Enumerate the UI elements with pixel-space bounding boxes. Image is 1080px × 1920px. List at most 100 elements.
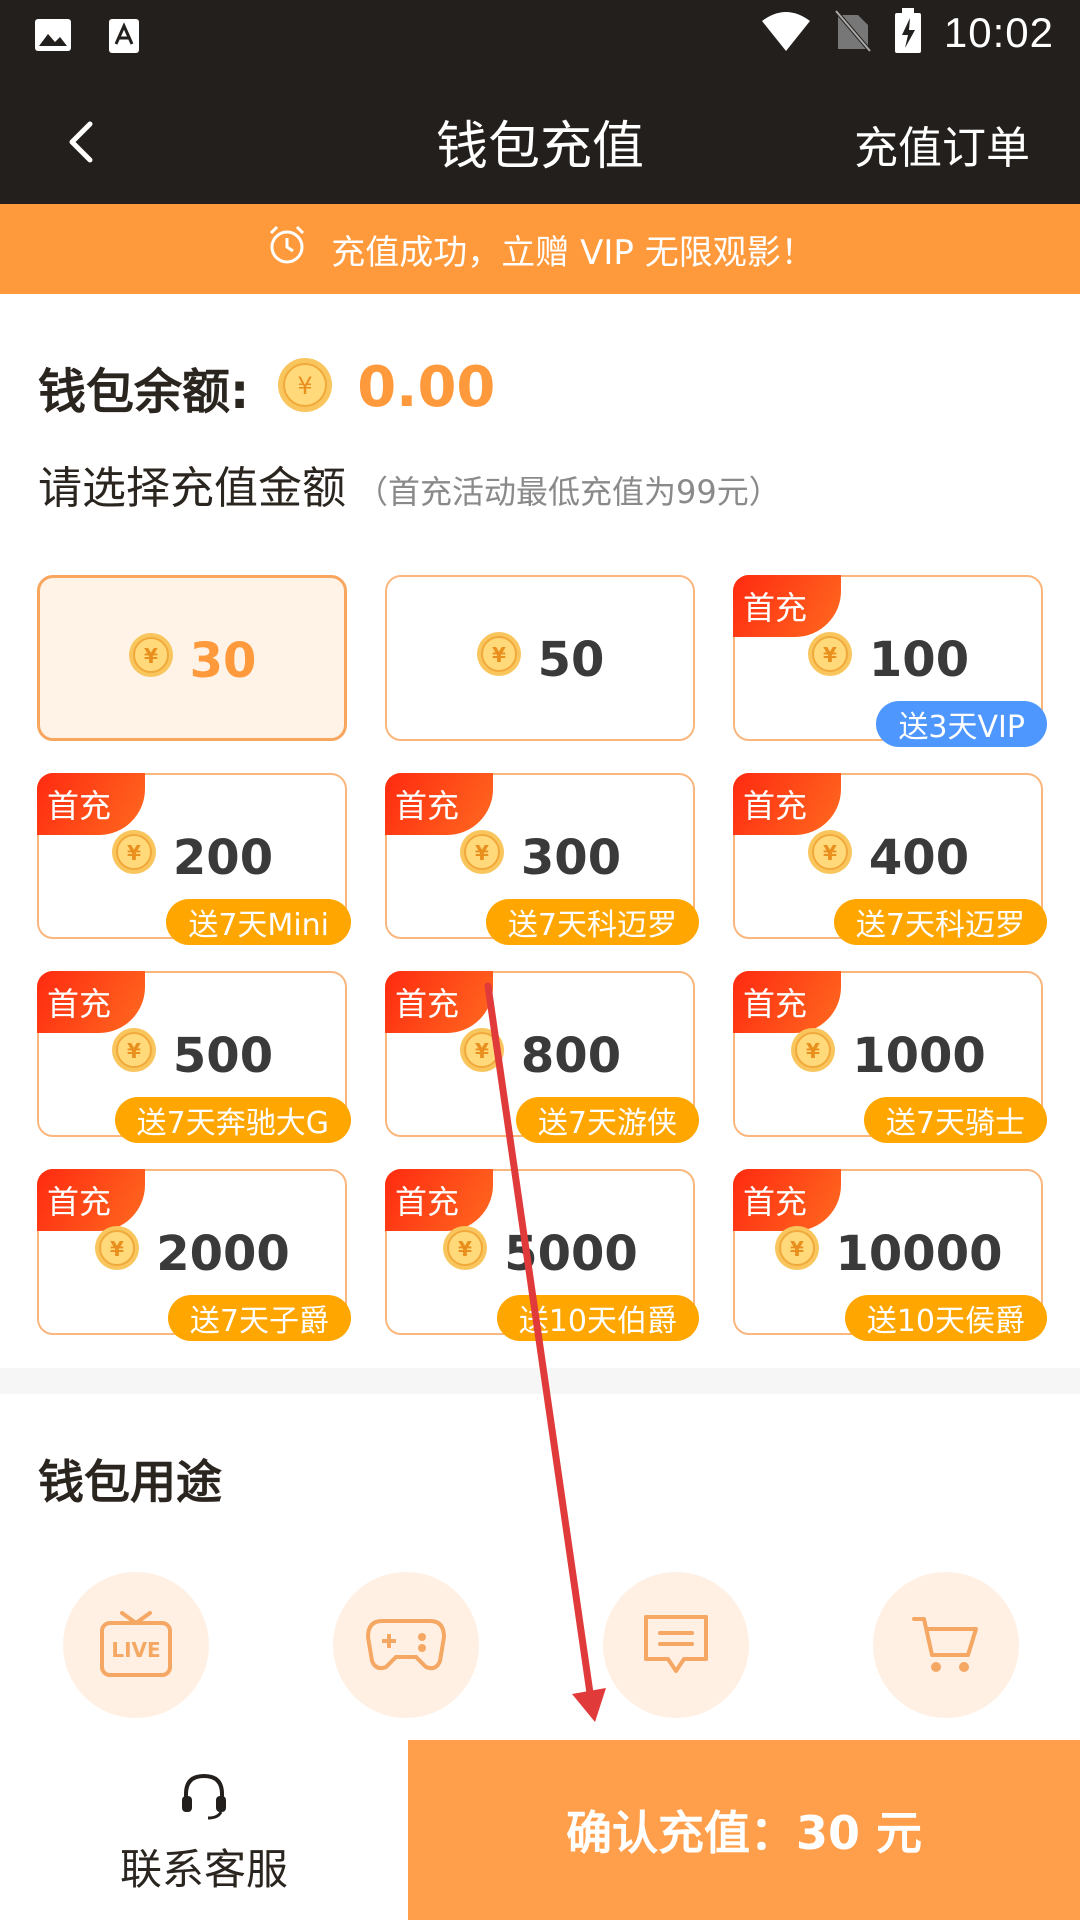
gift-badge: 送7天科迈罗 [833, 899, 1047, 945]
amount-option-5000[interactable]: 首充 ¥5000 送10天伯爵 [385, 1169, 699, 1341]
amount-option-1000[interactable]: 首充 ¥1000 送7天骑士 [733, 971, 1047, 1143]
amount-option-50[interactable]: ¥50 [385, 575, 695, 741]
amount-value-group: ¥50 [387, 631, 693, 689]
coin-icon: ¥ [277, 357, 333, 417]
first-recharge-badge: 首充 [37, 773, 145, 835]
contact-service-button[interactable]: 联系客服 [0, 1740, 408, 1920]
amount-value-group: ¥200 [39, 829, 345, 887]
svg-text:¥: ¥ [823, 643, 837, 667]
font-notification-icon [108, 18, 140, 58]
section-divider [0, 1368, 1080, 1394]
no-sim-icon [834, 9, 872, 57]
amount-value-group: ¥30 [40, 632, 344, 690]
amount-prompt: 请选择充值金额 （首充活动最低充值为99元） [38, 452, 781, 516]
amount-value-group: ¥1000 [735, 1027, 1041, 1085]
amount-value-group: ¥800 [387, 1027, 693, 1085]
svg-text:¥: ¥ [110, 1237, 124, 1261]
amount-option-200[interactable]: 首充 ¥200 送7天Mini [37, 773, 351, 945]
amount-value-group: ¥400 [735, 829, 1041, 887]
amount-option-800[interactable]: 首充 ¥800 送7天游侠 [385, 971, 699, 1143]
amount-option-2000[interactable]: 首充 ¥2000 送7天子爵 [37, 1169, 351, 1341]
first-recharge-badge: 首充 [385, 971, 493, 1033]
gamepad-icon [365, 1619, 447, 1671]
svg-text:¥: ¥ [475, 1039, 489, 1063]
svg-text:¥: ¥ [790, 1237, 804, 1261]
gift-badge: 送7天骑士 [863, 1097, 1047, 1143]
wifi-icon [760, 11, 812, 55]
amount-option-300[interactable]: 首充 ¥300 送7天科迈罗 [385, 773, 699, 945]
amount-value: 30 [189, 633, 257, 689]
live-tv-icon: LIVE [100, 1611, 172, 1677]
svg-text:¥: ¥ [806, 1039, 820, 1063]
svg-text:¥: ¥ [492, 643, 506, 667]
nav-bar: 钱包充值 充值订单 [0, 74, 1080, 204]
svg-text:LIVE: LIVE [111, 1638, 160, 1662]
gift-badge: 送7天奔驰大G [114, 1097, 351, 1143]
amount-value-group: ¥500 [39, 1027, 345, 1085]
amount-option-10000[interactable]: 首充 ¥10000 送10天侯爵 [733, 1169, 1047, 1341]
coin-icon: ¥ [807, 631, 853, 689]
svg-text:¥: ¥ [458, 1237, 472, 1261]
coin-icon: ¥ [774, 1225, 820, 1283]
battery-charging-icon [894, 8, 922, 58]
amount-value-group: ¥100 [735, 631, 1041, 689]
coin-icon: ¥ [111, 829, 157, 887]
promo-banner: 充值成功，立赠 VIP 无限观影！ [0, 204, 1080, 294]
coin-icon: ¥ [790, 1027, 836, 1085]
coin-icon: ¥ [807, 829, 853, 887]
svg-text:¥: ¥ [298, 372, 313, 400]
svg-text:¥: ¥ [823, 841, 837, 865]
gift-badge: 送7天游侠 [515, 1097, 699, 1143]
balance-label: 钱包余额: [38, 364, 250, 420]
status-bar: 10:02 [0, 0, 1080, 74]
amount-value: 2000 [156, 1226, 290, 1282]
gift-badge: 送10天伯爵 [496, 1295, 699, 1341]
first-recharge-badge: 首充 [733, 773, 841, 835]
amount-value-group: ¥10000 [735, 1225, 1041, 1283]
select-amount-label: 请选择充值金额 [38, 463, 346, 514]
first-recharge-badge: 首充 [733, 1169, 841, 1231]
amount-option-100[interactable]: 首充 ¥100 送3天VIP [733, 575, 1047, 747]
coin-icon: ¥ [459, 1027, 505, 1085]
cart-icon [912, 1617, 978, 1672]
amount-value: 400 [868, 830, 970, 886]
amount-option-500[interactable]: 首充 ¥500 送7天奔驰大G [37, 971, 351, 1143]
first-recharge-badge: 首充 [733, 971, 841, 1033]
amount-value-group: ¥5000 [387, 1225, 693, 1283]
alarm-clock-icon [265, 223, 309, 276]
wallet-balance: 钱包余额: ¥ 0.00 [38, 352, 495, 422]
gift-badge: 送7天子爵 [167, 1295, 351, 1341]
coin-icon: ¥ [128, 632, 174, 690]
svg-text:¥: ¥ [127, 841, 141, 865]
banner-text: 充值成功，立赠 VIP 无限观影！ [331, 232, 815, 273]
amount-option-400[interactable]: 首充 ¥400 送7天科迈罗 [733, 773, 1047, 945]
amount-value: 1000 [852, 1028, 986, 1084]
amount-option-30[interactable]: ¥30 [37, 575, 347, 741]
amount-value-group: ¥300 [387, 829, 693, 887]
amount-value: 10000 [835, 1226, 1003, 1282]
usage-chat-item[interactable] [603, 1572, 749, 1718]
svg-text:¥: ¥ [475, 841, 489, 865]
first-recharge-badge: 首充 [733, 575, 841, 637]
amount-value: 200 [172, 830, 274, 886]
gift-badge: 送3天VIP [876, 701, 1047, 747]
usage-game-item[interactable] [333, 1572, 479, 1718]
bottom-bar: 联系客服 确认充值：30 元 [0, 1740, 1080, 1920]
chat-icon [644, 1615, 708, 1673]
wallet-usage-title: 钱包用途 [38, 1455, 222, 1509]
confirm-recharge-button[interactable]: 确认充值：30 元 [408, 1740, 1080, 1920]
gift-badge: 送7天科迈罗 [485, 899, 699, 945]
recharge-orders-link[interactable]: 充值订单 [854, 112, 1030, 176]
status-time: 10:02 [943, 9, 1054, 56]
usage-live-item[interactable]: LIVE [63, 1572, 209, 1718]
first-recharge-note: （首充活动最低充值为99元） [356, 473, 781, 511]
amount-value-group: ¥2000 [39, 1225, 345, 1283]
amount-value: 500 [172, 1028, 274, 1084]
first-recharge-badge: 首充 [37, 1169, 145, 1231]
svg-text:¥: ¥ [127, 1039, 141, 1063]
usage-shop-item[interactable] [873, 1572, 1019, 1718]
amount-value: 50 [537, 632, 605, 688]
balance-value: 0.00 [357, 354, 496, 420]
first-recharge-badge: 首充 [385, 773, 493, 835]
first-recharge-badge: 首充 [37, 971, 145, 1033]
